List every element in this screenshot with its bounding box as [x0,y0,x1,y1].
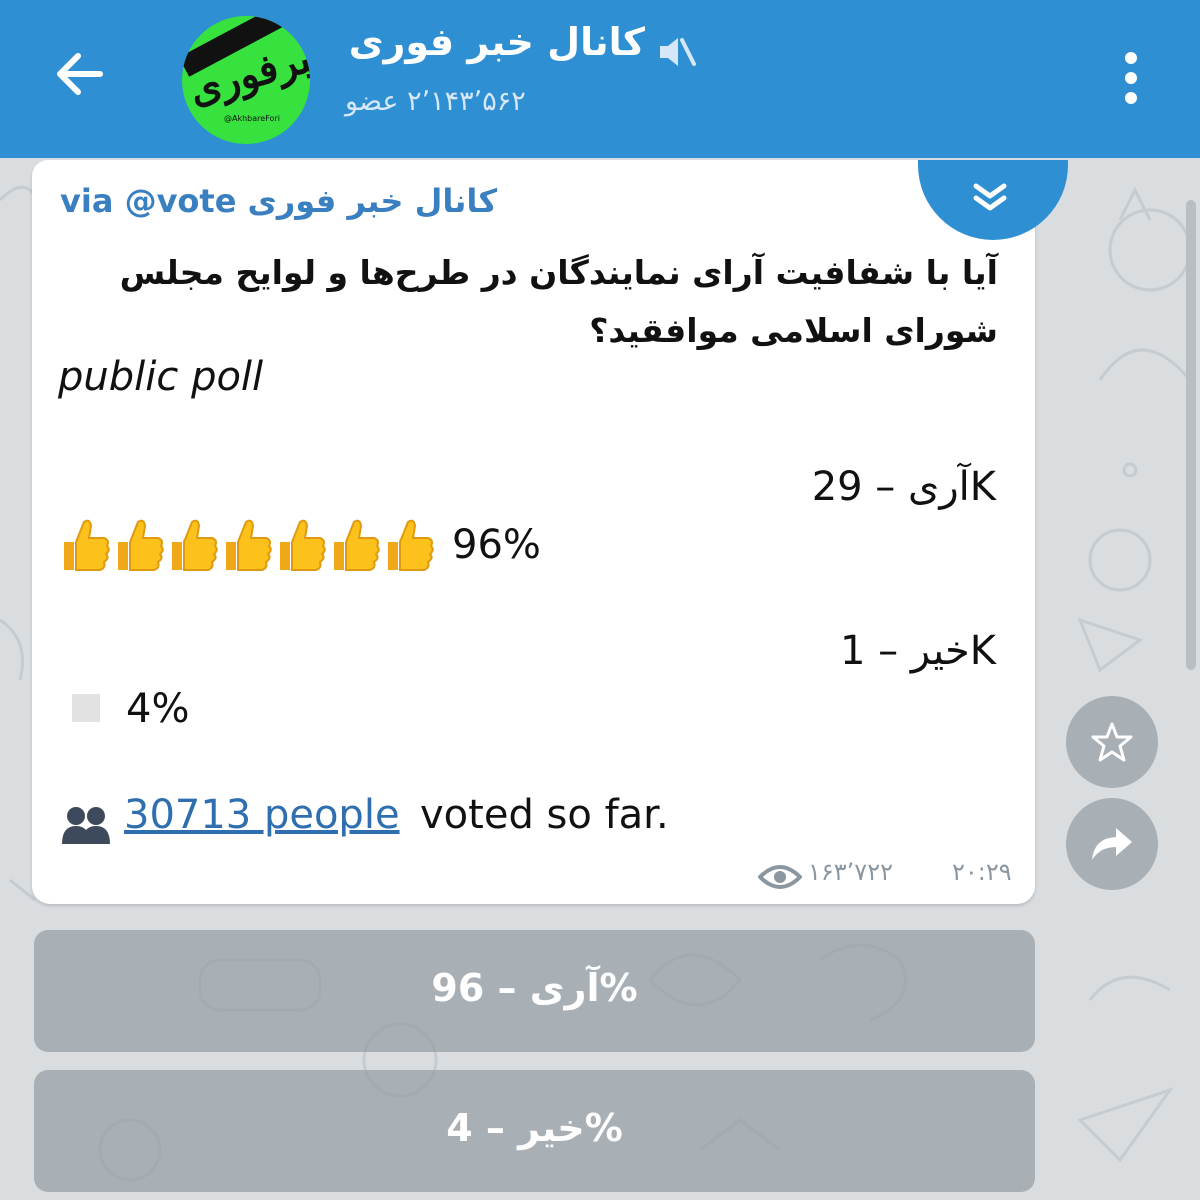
poll-option-no-percent: 4% [126,686,190,732]
favorite-button[interactable] [1066,696,1158,788]
avatar-logo-sub: @AkhbareFori [224,114,280,123]
channel-header: خبرفوری @AkhbareFori کانال خبر فوری ۲٬۱۴… [0,0,1200,158]
poll-question: آیا با شفافیت آرای نمایندگان در طرح‌ها و… [119,253,998,350]
thumbs-up-icon [388,519,434,571]
share-button[interactable] [1066,798,1158,890]
thumbs-up-icon [64,519,110,571]
chat-scrollbar[interactable] [1186,200,1196,670]
vote-no-label: خیر – 4% [446,1106,623,1150]
channel-title[interactable]: کانال خبر فوری [345,20,645,64]
voters-text: voted so far. [420,792,669,838]
vote-no-button[interactable]: خیر – 4% [34,1070,1035,1192]
more-vertical-icon[interactable] [1116,48,1146,108]
poll-option-yes-percent: 96% [452,522,541,568]
vote-yes-button[interactable]: آری – 96% [34,930,1035,1052]
message-sender[interactable]: via @vote کانال خبر فوری [60,182,500,220]
vote-yes-label: آری – 96% [431,966,638,1010]
channel-avatar[interactable]: خبرفوری @AkhbareFori [182,16,310,144]
share-arrow-icon [1092,828,1132,860]
arrow-left-icon[interactable] [48,42,112,106]
poll-option-no-label: خیر – 1K [840,628,996,674]
thumbs-up-icon [172,519,218,571]
poll-option-yes-bar [64,519,434,571]
voters-link[interactable]: 30713 people [124,792,400,838]
view-count: ۱۶۳٬۷۲۲ [808,858,893,886]
thumbs-up-icon [118,519,164,571]
poll-option-yes-label: آری – 29K [811,464,996,510]
muted-speaker-icon [660,38,696,66]
star-icon [1091,722,1133,762]
member-count: ۲٬۱۴۳٬۵۶۲ عضو [345,86,526,117]
sender-name[interactable]: کانال خبر فوری [248,182,498,220]
eye-icon [758,865,802,889]
poll-option-no-bar [72,694,100,722]
poll-type-label: public poll [58,354,264,400]
double-chevron-down-icon[interactable] [970,180,1010,214]
people-icon [62,807,110,844]
via-bot[interactable]: via @vote [60,182,236,220]
thumbs-up-icon [226,519,272,571]
thumbs-up-icon [280,519,326,571]
thumbs-up-icon [334,519,380,571]
message-time: ۲۰:۲۹ [952,858,1012,886]
